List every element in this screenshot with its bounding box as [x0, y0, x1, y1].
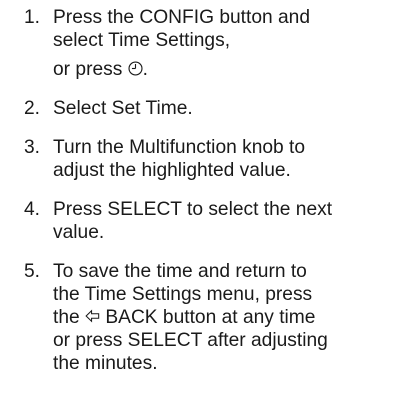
step-number: 2. — [24, 98, 41, 119]
step-text: the — [53, 307, 86, 328]
step-text: or press — [53, 59, 128, 80]
step-text-line: value. — [53, 222, 105, 243]
clock-icon — [128, 59, 143, 76]
step-text-line: adjust the highlighted value. — [53, 160, 291, 181]
step-text: BACK button at any time — [100, 307, 316, 328]
step-3: 3. Turn the Multifunction knob to adjust… — [0, 136, 405, 182]
step-text-line: select Time Settings, — [53, 30, 231, 51]
step-5: 5. To save the time and return to the Ti… — [0, 260, 405, 375]
step-text-line: the BACK button at any time — [53, 306, 405, 329]
step-number: 1. — [24, 7, 41, 28]
step-number: 5. — [24, 261, 41, 282]
step-text-line: the minutes. — [53, 353, 158, 374]
step-text-line: Turn the Multifunction knob to — [53, 137, 306, 158]
step-text-line: Press SELECT to select the next — [53, 199, 333, 220]
back-arrow-icon — [85, 306, 100, 323]
step-text-line: or press . — [53, 58, 405, 81]
step-text-line: the Time Settings menu, press — [53, 284, 313, 305]
step-1: 1. Press the CONFIG button and select Ti… — [0, 6, 405, 81]
step-text-line: Select Set Time. — [53, 98, 193, 119]
step-text-line: Press the CONFIG button and — [53, 7, 311, 28]
step-number: 4. — [24, 199, 41, 220]
instruction-steps: 1. Press the CONFIG button and select Ti… — [0, 6, 405, 391]
step-4: 4. Press SELECT to select the next value… — [0, 198, 405, 244]
step-text: . — [142, 59, 148, 80]
step-2: 2. Select Set Time. — [0, 97, 405, 120]
step-number: 3. — [24, 137, 41, 158]
step-text-line: To save the time and return to — [53, 261, 307, 282]
step-text-line: or press SELECT after adjusting — [53, 330, 328, 351]
